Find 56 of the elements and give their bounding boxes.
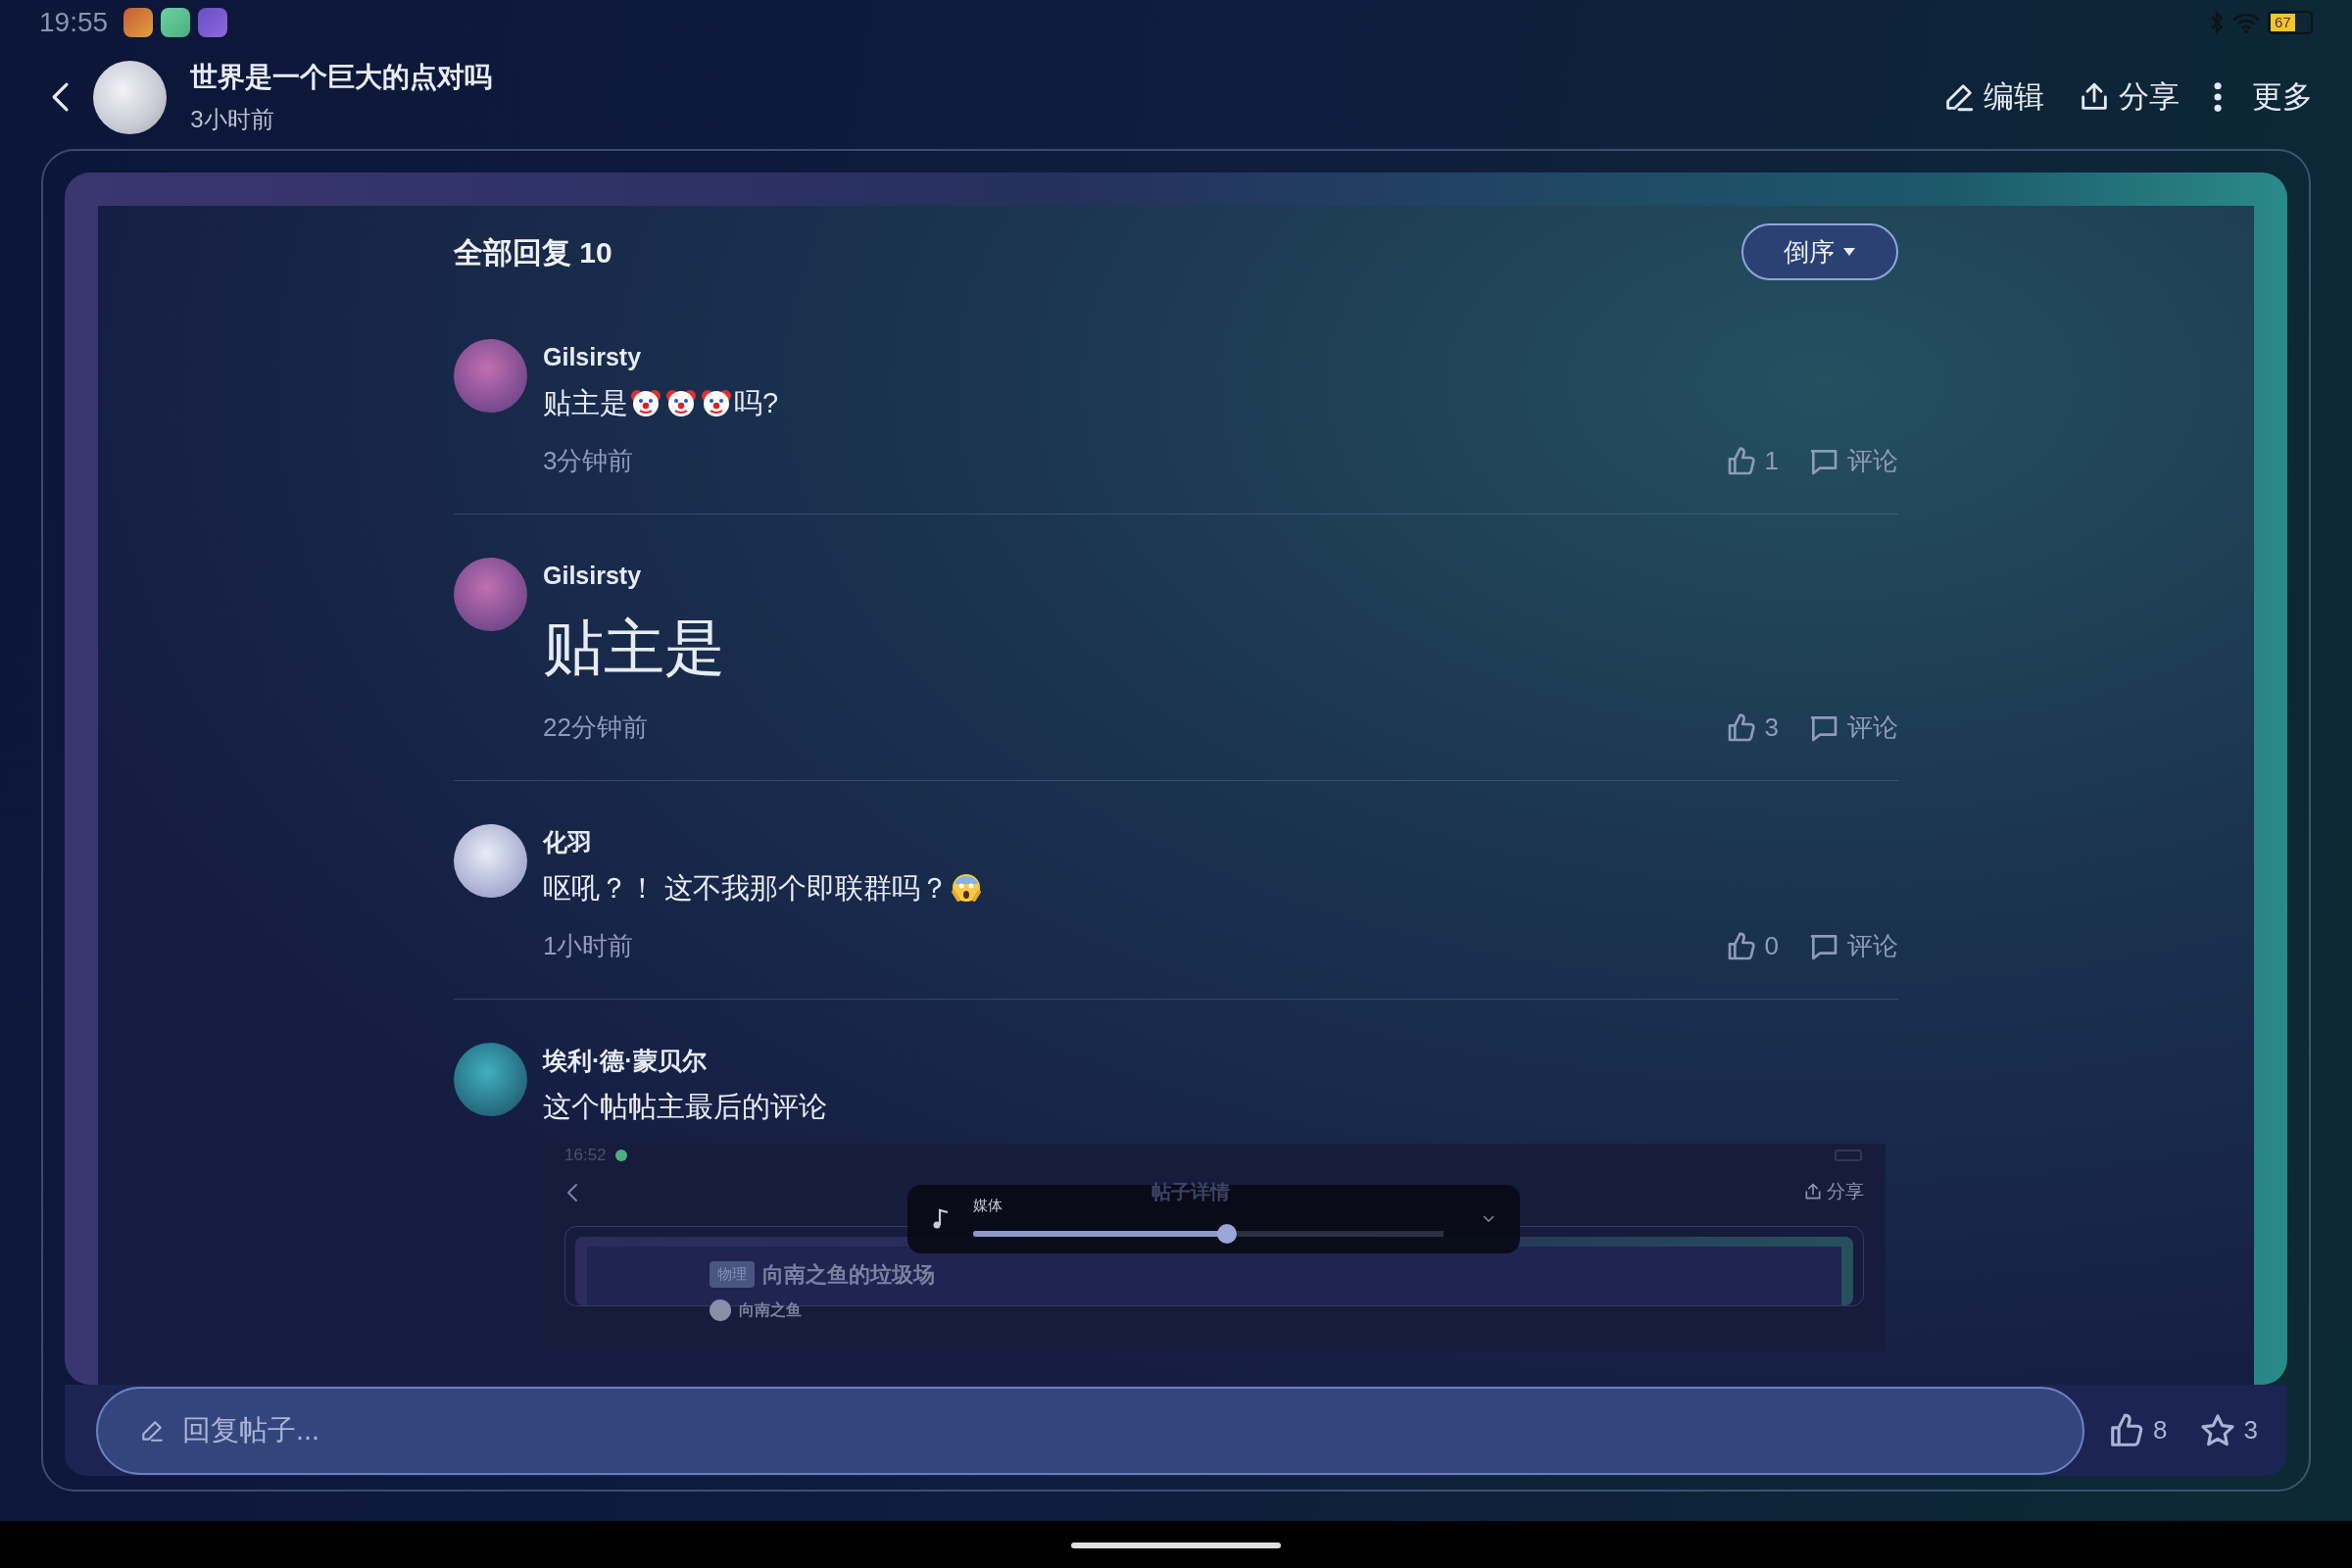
post-title: 向南之鱼的垃圾场 [762, 1261, 935, 1290]
slider-thumb[interactable] [1217, 1224, 1238, 1245]
share-icon [1803, 1182, 1823, 1202]
like-button[interactable]: 3 [1725, 709, 1779, 748]
comment-time: 3分钟前 [543, 445, 634, 477]
chevron-down-icon [1482, 1214, 1495, 1225]
comment-button[interactable]: 评论 [1808, 442, 1898, 480]
comment-text: 这个帖帖主最后的评论 [543, 1089, 827, 1124]
avatar [710, 1299, 731, 1322]
username: 化羽 [543, 827, 593, 858]
share-button[interactable]: 分享 [2077, 74, 2180, 121]
app-notification-icon [198, 8, 228, 37]
app-notification-icon [161, 8, 191, 37]
app-notification-icon [123, 8, 154, 37]
clown-face-icon [701, 387, 732, 419]
reply-input-field[interactable]: 回复帖子... [96, 1386, 2085, 1475]
username: Gilsirsty [543, 342, 643, 372]
screaming-face-icon [951, 872, 983, 905]
clock-text: 19:55 [39, 6, 109, 39]
comment-button[interactable]: 评论 [1808, 709, 1898, 748]
edit-button[interactable]: 编辑 [1941, 74, 2044, 121]
like-button[interactable]: 0 [1725, 927, 1779, 966]
sort-dropdown[interactable]: 倒序 [1741, 223, 1898, 280]
caret-icon [1842, 247, 1856, 257]
more-button[interactable]: 更多 [2212, 74, 2313, 121]
post-time: 3小时前 [190, 105, 275, 134]
comment-button[interactable]: 评论 [1808, 927, 1898, 966]
username: 向南之鱼 [739, 1300, 802, 1321]
app-notification-icon [613, 1149, 628, 1163]
clown-face-icon [665, 387, 697, 419]
share-button[interactable]: 分享 [1803, 1177, 1864, 1206]
battery-indicator [1835, 1150, 1864, 1162]
more-icon [2212, 80, 2223, 114]
volume-label: 媒体 [973, 1195, 1004, 1215]
wifi-icon [2232, 11, 2260, 34]
back-icon [51, 81, 71, 113]
like-button[interactable]: 1 [1725, 442, 1779, 480]
comment-text: 吗? [734, 385, 779, 420]
category-tag: 物理 [710, 1261, 755, 1288]
comment-time: 1小时前 [543, 930, 634, 963]
like-button[interactable]: 8 [2108, 1411, 2168, 1450]
comment-time: 22分钟前 [543, 711, 648, 745]
username: Gilsirsty [543, 561, 643, 591]
clown-face-icon [630, 387, 662, 419]
back-button[interactable] [51, 81, 71, 113]
comment-text: 贴主是 [543, 612, 725, 683]
back-icon [566, 1182, 578, 1202]
username: 埃利·德·蒙贝尔 [543, 1046, 708, 1077]
comment-text: 贴主是 [543, 385, 628, 420]
bluetooth-icon [2209, 10, 2225, 35]
post-title: 世界是一个巨大的点对吗 [190, 61, 494, 94]
page-title: 帖子详情 [1152, 1180, 1230, 1205]
comment-text: 呕吼？！ 这不我那个即联群吗？ [543, 870, 950, 906]
battery-indicator: 67 [2268, 11, 2313, 34]
replies-heading: 全部回复 10 [454, 234, 612, 270]
favorite-button[interactable]: 3 [2198, 1411, 2258, 1450]
